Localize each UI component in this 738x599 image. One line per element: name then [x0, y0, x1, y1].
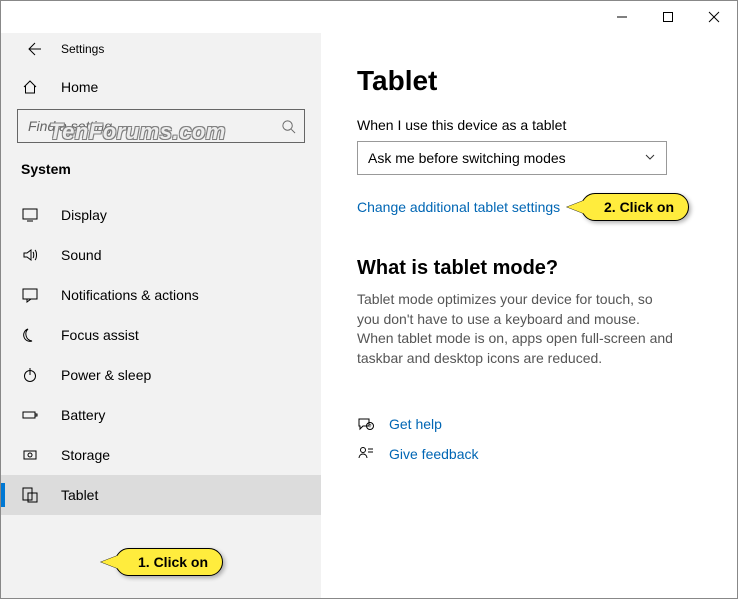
search-icon	[272, 119, 304, 134]
app-title: Settings	[61, 42, 104, 56]
chevron-down-icon	[644, 150, 656, 166]
tablet-mode-select[interactable]: Ask me before switching modes	[357, 141, 667, 175]
storage-icon	[21, 447, 39, 463]
setting-label: When I use this device as a tablet	[357, 117, 701, 133]
sidebar-item-tablet[interactable]: Tablet	[1, 475, 321, 515]
select-value: Ask me before switching modes	[368, 150, 566, 166]
section-title: What is tablet mode?	[357, 257, 701, 280]
search-input[interactable]	[18, 118, 272, 134]
annotation-callout-2: 2. Click on	[581, 193, 689, 221]
focus-assist-icon	[21, 327, 39, 343]
sidebar-item-display[interactable]: Display	[1, 195, 321, 235]
sidebar-item-label: Battery	[61, 407, 105, 423]
sound-icon	[21, 247, 39, 263]
sidebar-item-label: Focus assist	[61, 327, 139, 343]
additional-settings-link[interactable]: Change additional tablet settings	[357, 199, 560, 215]
sidebar-item-label: Tablet	[61, 487, 98, 503]
tablet-icon	[21, 487, 39, 503]
window-controls	[599, 1, 737, 33]
power-icon	[21, 367, 39, 383]
minimize-button[interactable]	[599, 1, 645, 33]
sidebar-item-label: Sound	[61, 247, 101, 263]
get-help-link[interactable]: ? Get help	[357, 416, 701, 432]
back-button[interactable]	[21, 37, 45, 61]
nav-list: Display Sound Notifications & actions Fo…	[1, 195, 321, 515]
annotation-callout-1: 1. Click on	[115, 548, 223, 576]
home-icon	[21, 79, 39, 95]
sidebar-item-label: Display	[61, 207, 107, 223]
section-description: Tablet mode optimizes your device for to…	[357, 290, 677, 368]
content-area: Tablet When I use this device as a table…	[321, 33, 737, 598]
feedback-link-label: Give feedback	[389, 446, 479, 462]
titlebar	[1, 1, 737, 33]
sidebar-item-label: Power & sleep	[61, 367, 151, 383]
sidebar-item-label: Storage	[61, 447, 110, 463]
sidebar-item-sound[interactable]: Sound	[1, 235, 321, 275]
help-link-label: Get help	[389, 416, 442, 432]
help-icon: ?	[357, 416, 375, 432]
battery-icon	[21, 407, 39, 423]
sidebar-item-power-sleep[interactable]: Power & sleep	[1, 355, 321, 395]
sidebar-item-battery[interactable]: Battery	[1, 395, 321, 435]
svg-text:?: ?	[369, 424, 372, 430]
sidebar-group-label: System	[1, 153, 321, 187]
sidebar-home-label: Home	[61, 79, 98, 95]
sidebar-home[interactable]: Home	[1, 69, 321, 105]
maximize-button[interactable]	[645, 1, 691, 33]
search-box[interactable]	[17, 109, 305, 143]
sidebar-item-label: Notifications & actions	[61, 287, 199, 303]
feedback-icon	[357, 446, 375, 462]
give-feedback-link[interactable]: Give feedback	[357, 446, 701, 462]
sidebar: Settings Home System Display Sound	[1, 33, 321, 598]
sidebar-item-storage[interactable]: Storage	[1, 435, 321, 475]
notifications-icon	[21, 287, 39, 303]
display-icon	[21, 207, 39, 223]
page-title: Tablet	[357, 65, 701, 97]
close-button[interactable]	[691, 1, 737, 33]
sidebar-item-focus-assist[interactable]: Focus assist	[1, 315, 321, 355]
sidebar-item-notifications[interactable]: Notifications & actions	[1, 275, 321, 315]
